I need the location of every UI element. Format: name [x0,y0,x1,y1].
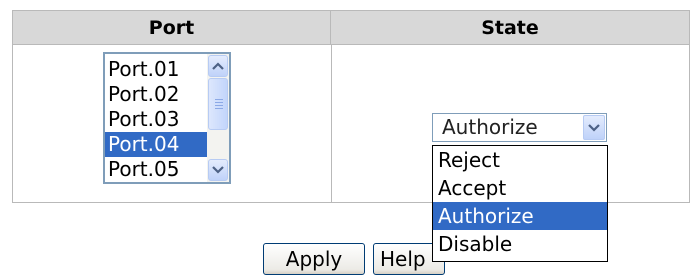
port-option[interactable]: Port.02 [105,82,207,107]
state-option-reject[interactable]: Reject [433,146,607,174]
chevron-up-icon [212,62,224,70]
port-option[interactable]: Port.05 [105,157,207,182]
port-option[interactable]: Port.03 [105,107,207,132]
state-option-authorize[interactable]: Authorize [433,202,607,230]
state-select-value: Authorize [442,115,538,139]
thumb-grip-line [215,105,223,106]
apply-button[interactable]: Apply [263,243,365,275]
chevron-down-icon [588,123,600,132]
thumb-grip-line [215,99,223,100]
scroll-down-button[interactable] [208,159,228,181]
state-select-arrow[interactable] [583,115,605,140]
state-select[interactable]: Authorize [432,113,607,142]
state-option-disable[interactable]: Disable [433,230,607,258]
scroll-thumb[interactable] [208,78,228,130]
port-listbox[interactable]: Port.01 Port.02 Port.03 Port.04 Port.05 [103,52,231,184]
thumb-grip-line [215,108,223,109]
state-column-header: State [331,11,689,45]
port-column-header: Port [13,11,331,45]
scroll-up-button[interactable] [208,55,228,77]
port-list-items: Port.01 Port.02 Port.03 Port.04 Port.05 [105,57,207,182]
port-list-scrollbar[interactable] [207,54,229,182]
thumb-grip-line [215,102,223,103]
state-option-accept[interactable]: Accept [433,174,607,202]
state-dropdown-list[interactable]: Reject Accept Authorize Disable [432,145,608,262]
port-option[interactable]: Port.01 [105,57,207,82]
column-divider [331,45,332,202]
chevron-down-icon [212,166,224,174]
port-option-selected[interactable]: Port.04 [105,132,207,157]
